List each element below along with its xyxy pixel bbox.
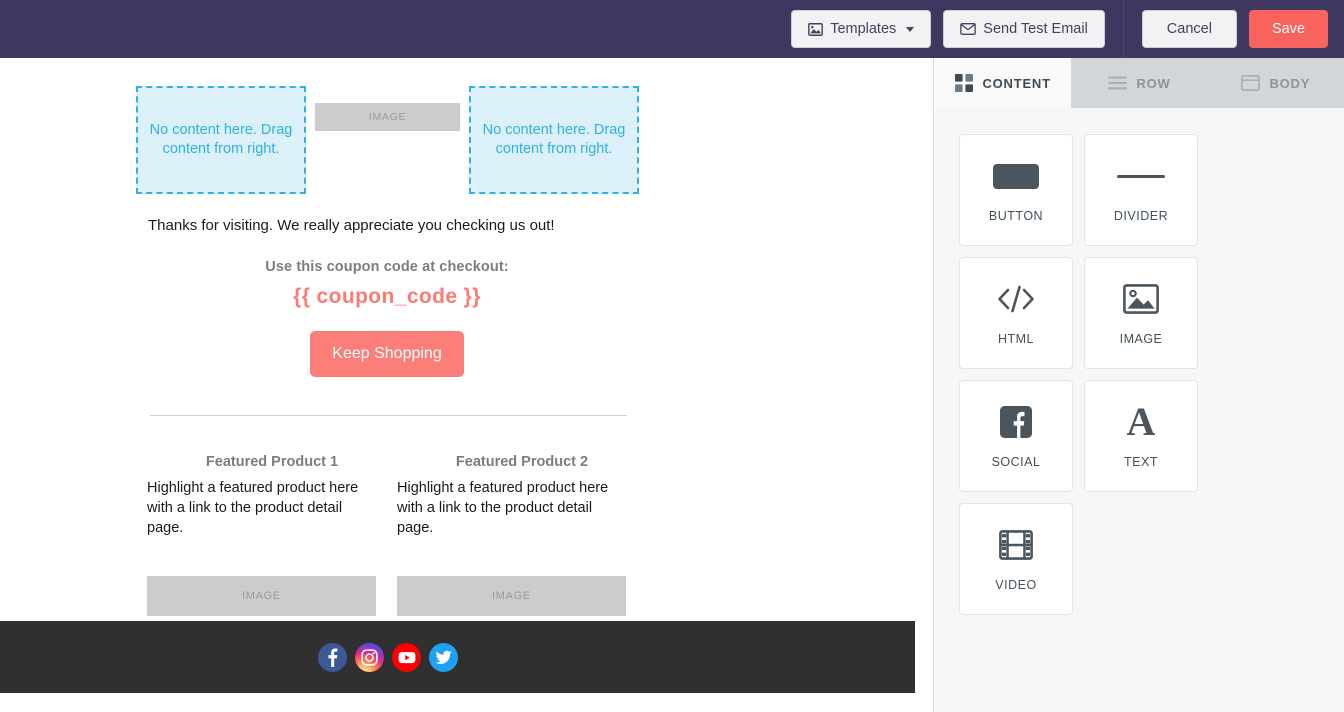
- featured-product-2-description: Highlight a featured product here with a…: [397, 480, 609, 536]
- email-canvas[interactable]: No content here. Drag content from right…: [0, 58, 934, 712]
- cancel-button-label: Cancel: [1166, 20, 1212, 37]
- instagram-icon[interactable]: [355, 642, 384, 672]
- tab-body-label: BODY: [1269, 75, 1311, 91]
- social-icons-row: [318, 642, 458, 672]
- content-blocks-grid: BUTTON DIVIDER HTML IMAGE SOCIAL A TEXT …: [935, 108, 1344, 615]
- letter-a-icon: A: [1126, 399, 1156, 444]
- tab-row[interactable]: ROW: [1071, 58, 1207, 108]
- image-placeholder-product-1[interactable]: IMAGE: [147, 576, 376, 616]
- dropzone-left-label: No content here. Drag content from right…: [149, 122, 293, 157]
- divider-icon: [1117, 157, 1165, 195]
- block-tile-text[interactable]: A TEXT: [1084, 380, 1198, 492]
- featured-products-image-row: IMAGE IMAGE: [147, 576, 915, 616]
- film-icon: [999, 526, 1033, 564]
- block-tile-text-label: TEXT: [1124, 455, 1158, 469]
- block-tile-html[interactable]: HTML: [959, 257, 1073, 369]
- keep-shopping-button-label: Keep Shopping: [332, 345, 442, 362]
- templates-button-label: Templates: [830, 20, 897, 37]
- divider-rule[interactable]: [150, 415, 627, 416]
- featured-product-2-image-col: IMAGE: [397, 576, 647, 616]
- send-test-email-label: Send Test Email: [983, 20, 1088, 37]
- coupon-block[interactable]: Use this coupon code at checkout: {{ cou…: [148, 259, 626, 309]
- cancel-button[interactable]: Cancel: [1141, 10, 1237, 48]
- tab-row-label: ROW: [1136, 75, 1171, 91]
- block-tile-image-label: IMAGE: [1119, 332, 1163, 346]
- block-tile-image[interactable]: IMAGE: [1084, 257, 1198, 369]
- code-icon: [995, 280, 1037, 318]
- keep-shopping-block: Keep Shopping: [148, 331, 626, 377]
- tab-content-label: CONTENT: [982, 75, 1051, 91]
- tab-content[interactable]: CONTENT: [935, 58, 1072, 108]
- sidebar-panel: CONTENT ROW BODY BUTTON DIVIDER HTML IMA…: [935, 58, 1344, 712]
- rows-icon: [1108, 76, 1128, 90]
- featured-product-1[interactable]: Featured Product 1 Highlight a featured …: [147, 454, 397, 538]
- twitter-icon[interactable]: [429, 642, 458, 672]
- block-tile-social[interactable]: SOCIAL: [959, 380, 1073, 492]
- save-button[interactable]: Save: [1248, 10, 1328, 48]
- email-footer: [0, 621, 915, 693]
- envelope-icon: [960, 23, 977, 35]
- dropzone-left[interactable]: No content here. Drag content from right…: [136, 86, 306, 194]
- button-icon: [993, 157, 1039, 195]
- email-editor-app: Templates Send Test Email Cancel Save No…: [0, 0, 1344, 712]
- featured-product-2-title: Featured Product 2: [455, 454, 589, 470]
- send-test-email-button[interactable]: Send Test Email: [943, 10, 1105, 48]
- featured-product-1-image-col: IMAGE: [147, 576, 397, 616]
- coupon-code: {{ coupon_code }}: [293, 285, 481, 308]
- image-placeholder-header-label: IMAGE: [368, 111, 407, 123]
- save-button-label: Save: [1271, 20, 1305, 37]
- image-placeholder-product-2[interactable]: IMAGE: [397, 576, 626, 616]
- email-row-top: No content here. Drag content from right…: [0, 58, 915, 194]
- featured-products-row: Featured Product 1 Highlight a featured …: [147, 454, 915, 538]
- coupon-label: Use this coupon code at checkout:: [265, 259, 509, 275]
- featured-product-1-title: Featured Product 1: [205, 454, 339, 470]
- block-tile-social-label: SOCIAL: [991, 455, 1041, 469]
- image-icon: [808, 22, 824, 36]
- block-tile-divider-label: DIVIDER: [1113, 209, 1169, 223]
- image-placeholder-header[interactable]: IMAGE: [315, 103, 460, 131]
- featured-product-1-description: Highlight a featured product here with a…: [147, 480, 359, 536]
- tab-body[interactable]: BODY: [1208, 58, 1344, 108]
- toolbar-right-group: Cancel Save: [1124, 0, 1344, 58]
- block-tile-html-label: HTML: [997, 332, 1035, 346]
- image-placeholder-product-2-label: IMAGE: [492, 590, 531, 602]
- top-toolbar: Templates Send Test Email Cancel Save: [0, 0, 1344, 58]
- grid-icon: [955, 74, 974, 92]
- image-placeholder-product-1-label: IMAGE: [242, 590, 281, 602]
- chevron-down-icon: [906, 26, 915, 32]
- dropzone-right-label: No content here. Drag content from right…: [482, 122, 626, 157]
- panel-tab-bar: CONTENT ROW BODY: [935, 58, 1344, 108]
- templates-button[interactable]: Templates: [791, 10, 932, 48]
- facebook-icon[interactable]: [318, 642, 347, 672]
- email-body: No content here. Drag content from right…: [0, 58, 915, 712]
- email-column-middle: IMAGE: [306, 86, 469, 131]
- toolbar-left-group: Templates Send Test Email: [791, 0, 1123, 58]
- featured-product-2[interactable]: Featured Product 2 Highlight a featured …: [397, 454, 647, 538]
- block-tile-divider[interactable]: DIVIDER: [1084, 134, 1198, 246]
- dropzone-right[interactable]: No content here. Drag content from right…: [469, 86, 639, 194]
- block-tile-video-label: VIDEO: [995, 578, 1037, 592]
- window-icon: [1241, 75, 1261, 91]
- block-tile-button-label: BUTTON: [988, 209, 1044, 223]
- thanks-text[interactable]: Thanks for visiting. We really appreciat…: [148, 216, 915, 236]
- image-icon: [1123, 280, 1159, 318]
- keep-shopping-button[interactable]: Keep Shopping: [310, 331, 464, 377]
- block-tile-button[interactable]: BUTTON: [959, 134, 1073, 246]
- youtube-icon[interactable]: [392, 642, 421, 672]
- email-content-area: Thanks for visiting. We really appreciat…: [0, 216, 915, 616]
- facebook-square-icon: [1000, 403, 1032, 441]
- block-tile-video[interactable]: VIDEO: [959, 503, 1073, 615]
